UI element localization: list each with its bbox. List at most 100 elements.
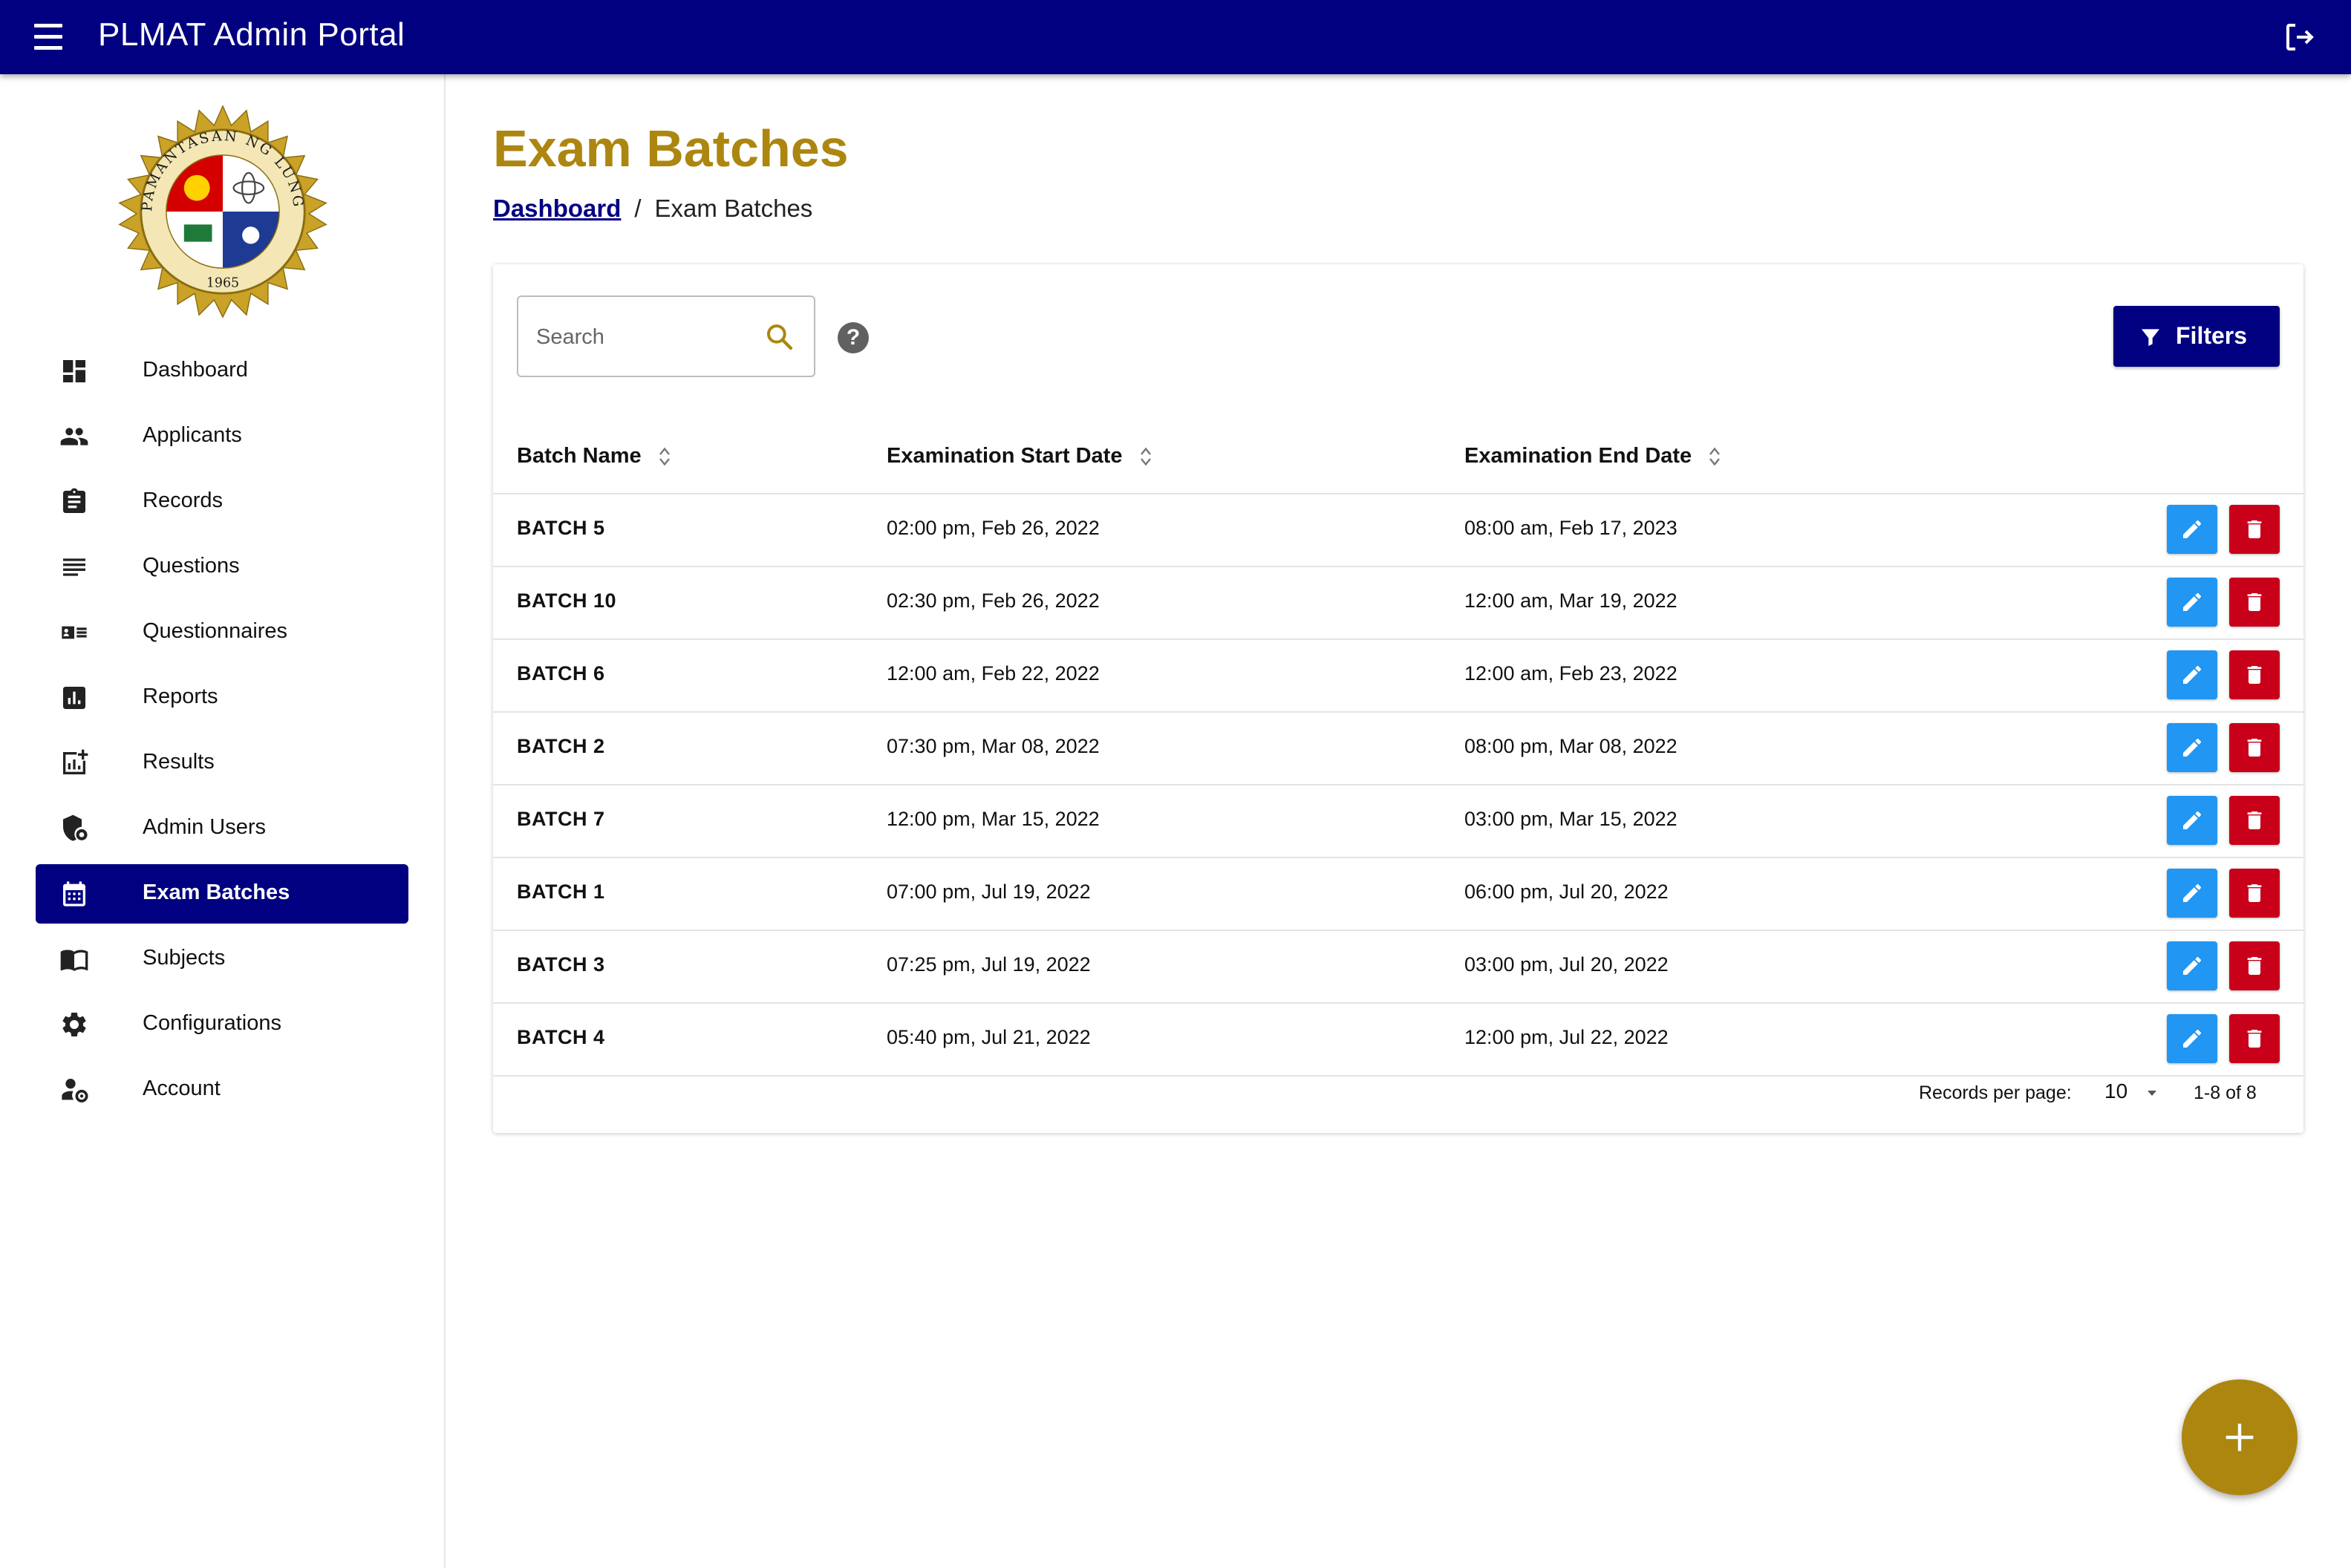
- delete-button[interactable]: [2229, 869, 2280, 918]
- table-pagination: Records per page: 10 1-8 of 8: [493, 1075, 2303, 1120]
- filters-button[interactable]: Filters: [2113, 306, 2280, 367]
- lines-icon: [63, 558, 85, 576]
- edit-button[interactable]: [2167, 723, 2217, 772]
- table-body: BATCH 5 02:00 pm, Feb 26, 2022 08:00 am,…: [493, 494, 2303, 1077]
- breadcrumb: Dashboard / Exam Batches: [493, 195, 812, 223]
- table-row: BATCH 2 07:30 pm, Mar 08, 2022 08:00 pm,…: [493, 713, 2303, 785]
- account-settings-icon: [62, 1079, 88, 1102]
- records-per-page-select[interactable]: 10: [2104, 1079, 2127, 1103]
- trash-icon: [2247, 739, 2262, 757]
- sidebar-item-configurations[interactable]: Configurations: [36, 995, 408, 1054]
- sidebar-item-questions[interactable]: Questions: [36, 538, 408, 597]
- sidebar-item-reports[interactable]: Reports: [36, 668, 408, 728]
- delete-button[interactable]: [2229, 1014, 2280, 1063]
- delete-button[interactable]: [2229, 650, 2280, 699]
- batch-name-cell: BATCH 10: [517, 589, 617, 612]
- column-header-start-date[interactable]: Examination Start Date: [887, 444, 1152, 468]
- help-icon[interactable]: ?: [838, 322, 869, 353]
- chevron-down-icon[interactable]: [2143, 1084, 2161, 1102]
- pencil-icon: [2183, 592, 2202, 611]
- dashboard-icon: [63, 360, 85, 382]
- pencil-icon: [2183, 665, 2202, 684]
- university-seal-logo: PAMANTASAN NG LUNGSOD NG MAYNILA 1965: [115, 104, 327, 318]
- sidebar-item-dashboard[interactable]: Dashboard: [36, 342, 408, 401]
- sort-icon: [659, 447, 670, 466]
- start-date-cell: 12:00 am, Feb 22, 2022: [887, 662, 1100, 685]
- start-date-cell: 12:00 pm, Mar 15, 2022: [887, 808, 1100, 830]
- end-date-cell: 08:00 am, Feb 17, 2023: [1464, 517, 1677, 539]
- sidebar-item-questionnaires[interactable]: Questionnaires: [36, 603, 408, 662]
- end-date-cell: 08:00 pm, Mar 08, 2022: [1464, 735, 1677, 757]
- exam-batches-card: ? Filters Batch Name Examination Start D…: [493, 264, 2303, 1133]
- edit-button[interactable]: [2167, 1014, 2217, 1063]
- batch-name-cell: BATCH 4: [517, 1026, 605, 1048]
- search-icon[interactable]: [765, 322, 795, 352]
- pencil-icon: [2183, 883, 2202, 902]
- filter-icon: [2142, 329, 2159, 346]
- card-list-icon: [62, 626, 87, 639]
- logout-icon[interactable]: [2281, 19, 2318, 55]
- sidebar-item-account[interactable]: Account: [36, 1060, 408, 1120]
- sidebar-item-label: Dashboard: [143, 358, 248, 382]
- clipboard-icon: [63, 488, 85, 513]
- start-date-cell: 05:40 pm, Jul 21, 2022: [887, 1026, 1091, 1048]
- breadcrumb-dashboard-link[interactable]: Dashboard: [493, 195, 621, 222]
- svg-text:1965: 1965: [206, 276, 239, 291]
- table-row: BATCH 10 02:30 pm, Feb 26, 2022 12:00 am…: [493, 567, 2303, 640]
- filters-button-label: Filters: [2176, 322, 2248, 349]
- edit-button[interactable]: [2167, 505, 2217, 554]
- start-date-cell: 07:25 pm, Jul 19, 2022: [887, 953, 1091, 976]
- sidebar-item-records[interactable]: Records: [36, 472, 408, 532]
- edit-button[interactable]: [2167, 796, 2217, 845]
- edit-button[interactable]: [2167, 941, 2217, 990]
- delete-button[interactable]: [2229, 505, 2280, 554]
- breadcrumb-separator: /: [634, 195, 642, 222]
- end-date-cell: 03:00 pm, Jul 20, 2022: [1464, 953, 1669, 976]
- page-range-text: 1-8 of 8: [2194, 1082, 2257, 1103]
- trash-icon: [2247, 884, 2262, 902]
- sidebar-item-applicants[interactable]: Applicants: [36, 407, 408, 466]
- table-header: Batch Name Examination Start Date Examin…: [493, 428, 2303, 494]
- trash-icon: [2247, 811, 2262, 829]
- pencil-icon: [2183, 1029, 2202, 1048]
- search-box: [517, 295, 815, 377]
- start-date-cell: 02:00 pm, Feb 26, 2022: [887, 517, 1100, 539]
- sidebar-item-label: Reports: [143, 685, 218, 708]
- start-date-cell: 02:30 pm, Feb 26, 2022: [887, 589, 1100, 612]
- calendar-icon: [63, 881, 85, 906]
- sidebar-item-label: Account: [143, 1077, 221, 1100]
- app-title: PLMAT Admin Portal: [98, 16, 405, 53]
- sidebar-item-label: Questions: [143, 554, 240, 578]
- sidebar-item-exam-batches[interactable]: Exam Batches: [36, 864, 408, 924]
- edit-button[interactable]: [2167, 650, 2217, 699]
- bar-report-icon: [63, 687, 85, 709]
- sidebar-item-subjects[interactable]: Subjects: [36, 930, 408, 989]
- batch-name-cell: BATCH 2: [517, 735, 605, 757]
- start-date-cell: 07:30 pm, Mar 08, 2022: [887, 735, 1100, 757]
- pencil-icon: [2183, 520, 2202, 538]
- end-date-cell: 12:00 am, Feb 23, 2022: [1464, 662, 1677, 685]
- end-date-cell: 12:00 am, Mar 19, 2022: [1464, 589, 1677, 612]
- sidebar-item-results[interactable]: Results: [36, 734, 408, 793]
- admin-shield-icon: [63, 814, 88, 841]
- column-header-end-date[interactable]: Examination End Date: [1464, 444, 1721, 468]
- add-batch-button[interactable]: [2182, 1379, 2298, 1495]
- delete-button[interactable]: [2229, 796, 2280, 845]
- search-input[interactable]: [535, 318, 760, 356]
- hamburger-menu-icon[interactable]: [33, 22, 65, 52]
- delete-button[interactable]: [2229, 578, 2280, 627]
- sidebar-item-admin-users[interactable]: Admin Users: [36, 799, 408, 858]
- delete-button[interactable]: [2229, 723, 2280, 772]
- sort-icon: [1140, 447, 1151, 466]
- edit-button[interactable]: [2167, 578, 2217, 627]
- records-per-page-label: Records per page:: [1919, 1082, 2072, 1103]
- trash-icon: [2247, 593, 2262, 611]
- batch-name-cell: BATCH 1: [517, 881, 605, 903]
- table-row: BATCH 6 12:00 am, Feb 22, 2022 12:00 am,…: [493, 640, 2303, 713]
- column-header-batch-name[interactable]: Batch Name: [517, 444, 671, 468]
- delete-button[interactable]: [2229, 941, 2280, 990]
- start-date-cell: 07:00 pm, Jul 19, 2022: [887, 881, 1091, 903]
- edit-button[interactable]: [2167, 869, 2217, 918]
- sidebar-nav: Dashboard Applicants Records Questions Q…: [36, 342, 408, 1126]
- sidebar-item-label: Questionnaires: [143, 619, 288, 643]
